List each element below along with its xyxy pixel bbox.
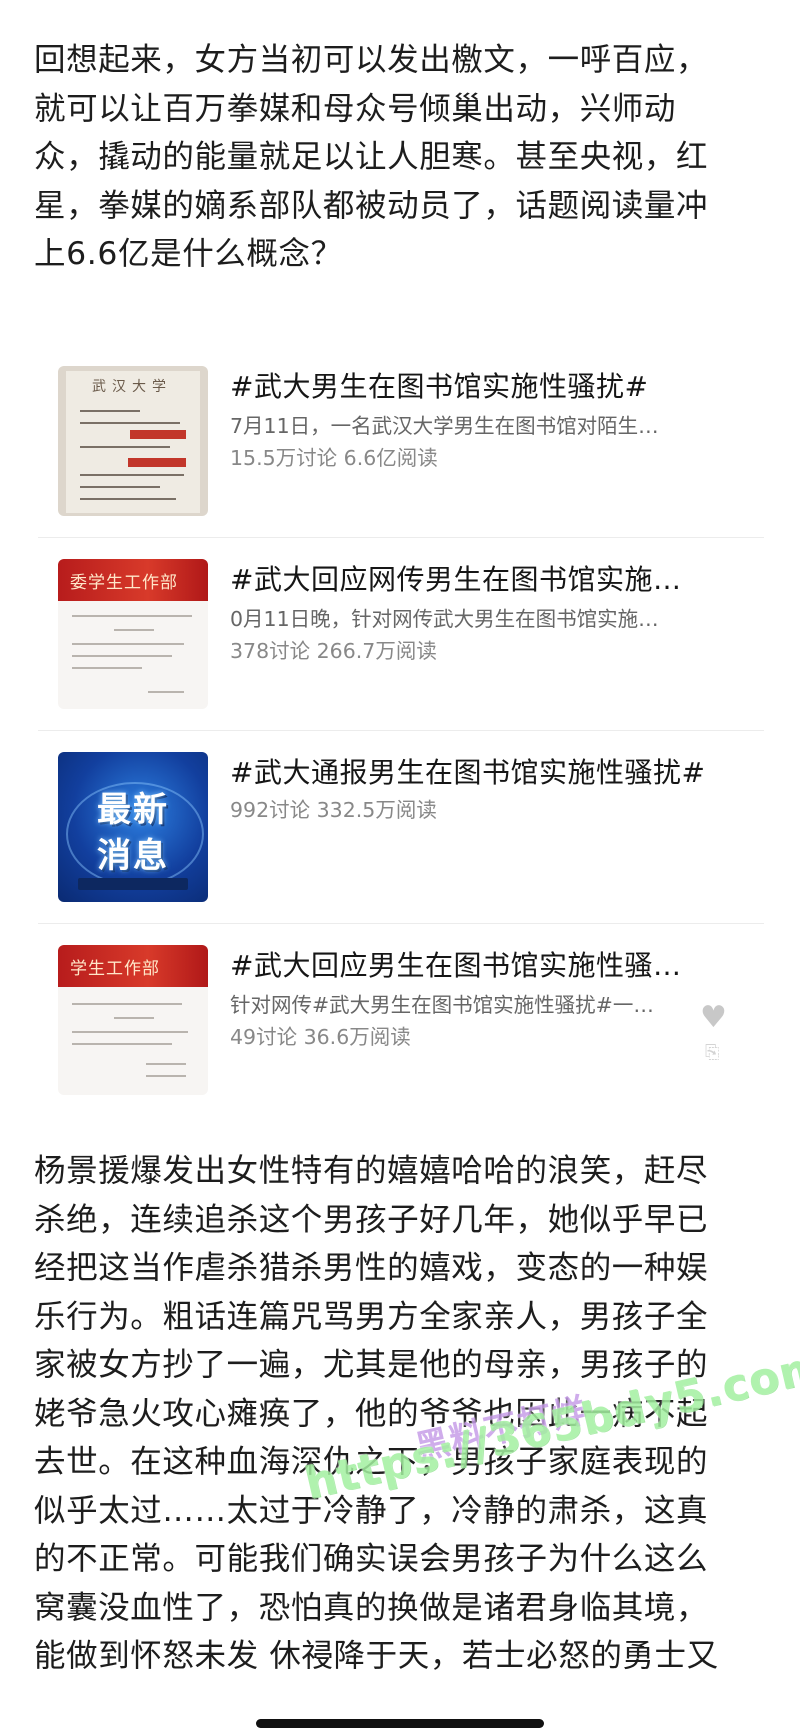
article-paragraph-1: 回想起来，女方当初可以发出檄文，一呼百应， 就可以让百万拳媒和母众号倾巢出动，兴… <box>34 36 774 279</box>
text-line: 能做到怀怒未发 休祲降于天，若士必怒的勇士又 <box>34 1638 719 1674</box>
office-notice-thumbnail: 委学生工作部 <box>58 559 208 709</box>
topic-stats: 49讨论 36.6万阅读 <box>230 1025 411 1049</box>
topic-card[interactable]: 最新 消息 #武大通报男生在图书馆实施性骚扰# 992讨论 332.5万阅读 <box>38 731 764 924</box>
thumb-banner-text: 委学生工作部 <box>70 573 178 593</box>
text-line: 杀绝，连续追杀这个男孩子好几年，她似乎早已 <box>34 1201 709 1238</box>
topic-card[interactable]: 学生工作部 #武大回应男生在图书馆实施性骚… 针对网传#武大男生在图书馆实施性骚… <box>38 924 764 1116</box>
text-line: 窝囊没血性了，恐怕真的换做是诸君身临其境， <box>34 1589 709 1626</box>
text-line: 乐行为。粗话连篇咒骂男方全家亲人，男孩子全 <box>34 1298 709 1335</box>
share-icon[interactable]: ⎘ <box>705 1042 727 1066</box>
text-line: 上6.6亿是什么概念？ <box>34 236 343 272</box>
heart-icon[interactable]: ♥ <box>700 1002 732 1034</box>
topic-title: #武大通报男生在图书馆实施性骚扰# <box>230 756 706 789</box>
thumb-word: 消息 <box>97 836 169 876</box>
home-indicator[interactable] <box>256 1719 544 1728</box>
letter-document-thumbnail: 武汉大学 <box>58 366 208 516</box>
topic-summary: 针对网传#武大男生在图书馆实施性骚扰#一… <box>230 993 654 1017</box>
text-line: 众，撬动的能量就足以让人胆寒。甚至央视，红 <box>34 139 709 175</box>
topic-stats: 15.5万讨论 6.6亿阅读 <box>230 446 438 470</box>
topic-title: #武大回应男生在图书馆实施性骚… <box>230 949 682 982</box>
text-line: 经把这当作虐杀猎杀男性的嬉戏，变态的一种娱 <box>34 1250 709 1286</box>
text-line: 回想起来，女方当初可以发出檄文，一呼百应， <box>34 42 709 78</box>
topic-card[interactable]: 武汉大学 #武大男生在图书馆实施性骚扰# 7月11日，一名武汉大学男生在图书馆对… <box>38 345 764 538</box>
thumb-word: 最新 <box>97 790 169 830</box>
thumb-banner-text: 学生工作部 <box>70 959 160 979</box>
topic-stats: 992讨论 332.5万阅读 <box>230 798 437 822</box>
text-line: 的不正常。可能我们确实误会男孩子为什么这么 <box>34 1541 709 1577</box>
topic-card-list: 武汉大学 #武大男生在图书馆实施性骚扰# 7月11日，一名武汉大学男生在图书馆对… <box>38 345 764 1116</box>
topic-title: #武大男生在图书馆实施性骚扰# <box>230 370 649 403</box>
topic-title: #武大回应网传男生在图书馆实施… <box>230 563 682 596</box>
topic-card[interactable]: 委学生工作部 #武大回应网传男生在图书馆实施… 0月11日晚，针对网传武大男生在… <box>38 538 764 731</box>
text-line: 就可以让百万拳媒和母众号倾巢出动，兴师动 <box>34 90 677 127</box>
topic-summary: 0月11日晚，针对网传武大男生在图书馆实施… <box>230 607 659 631</box>
office-notice-thumbnail: 学生工作部 <box>58 945 208 1095</box>
breaking-news-thumbnail: 最新 消息 <box>58 752 208 902</box>
text-line: 似乎太过……太过于冷静了，冷静的肃杀，这真 <box>34 1492 709 1529</box>
text-line: 星，拳媒的嫡系部队都被动员了，话题阅读量冲 <box>34 187 709 224</box>
text-line: 杨景援爆发出女性特有的嬉嬉哈哈的浪笑，赶尽 <box>34 1153 709 1189</box>
topic-stats: 378讨论 266.7万阅读 <box>230 639 437 663</box>
topic-summary: 7月11日，一名武汉大学男生在图书馆对陌生… <box>230 414 659 438</box>
